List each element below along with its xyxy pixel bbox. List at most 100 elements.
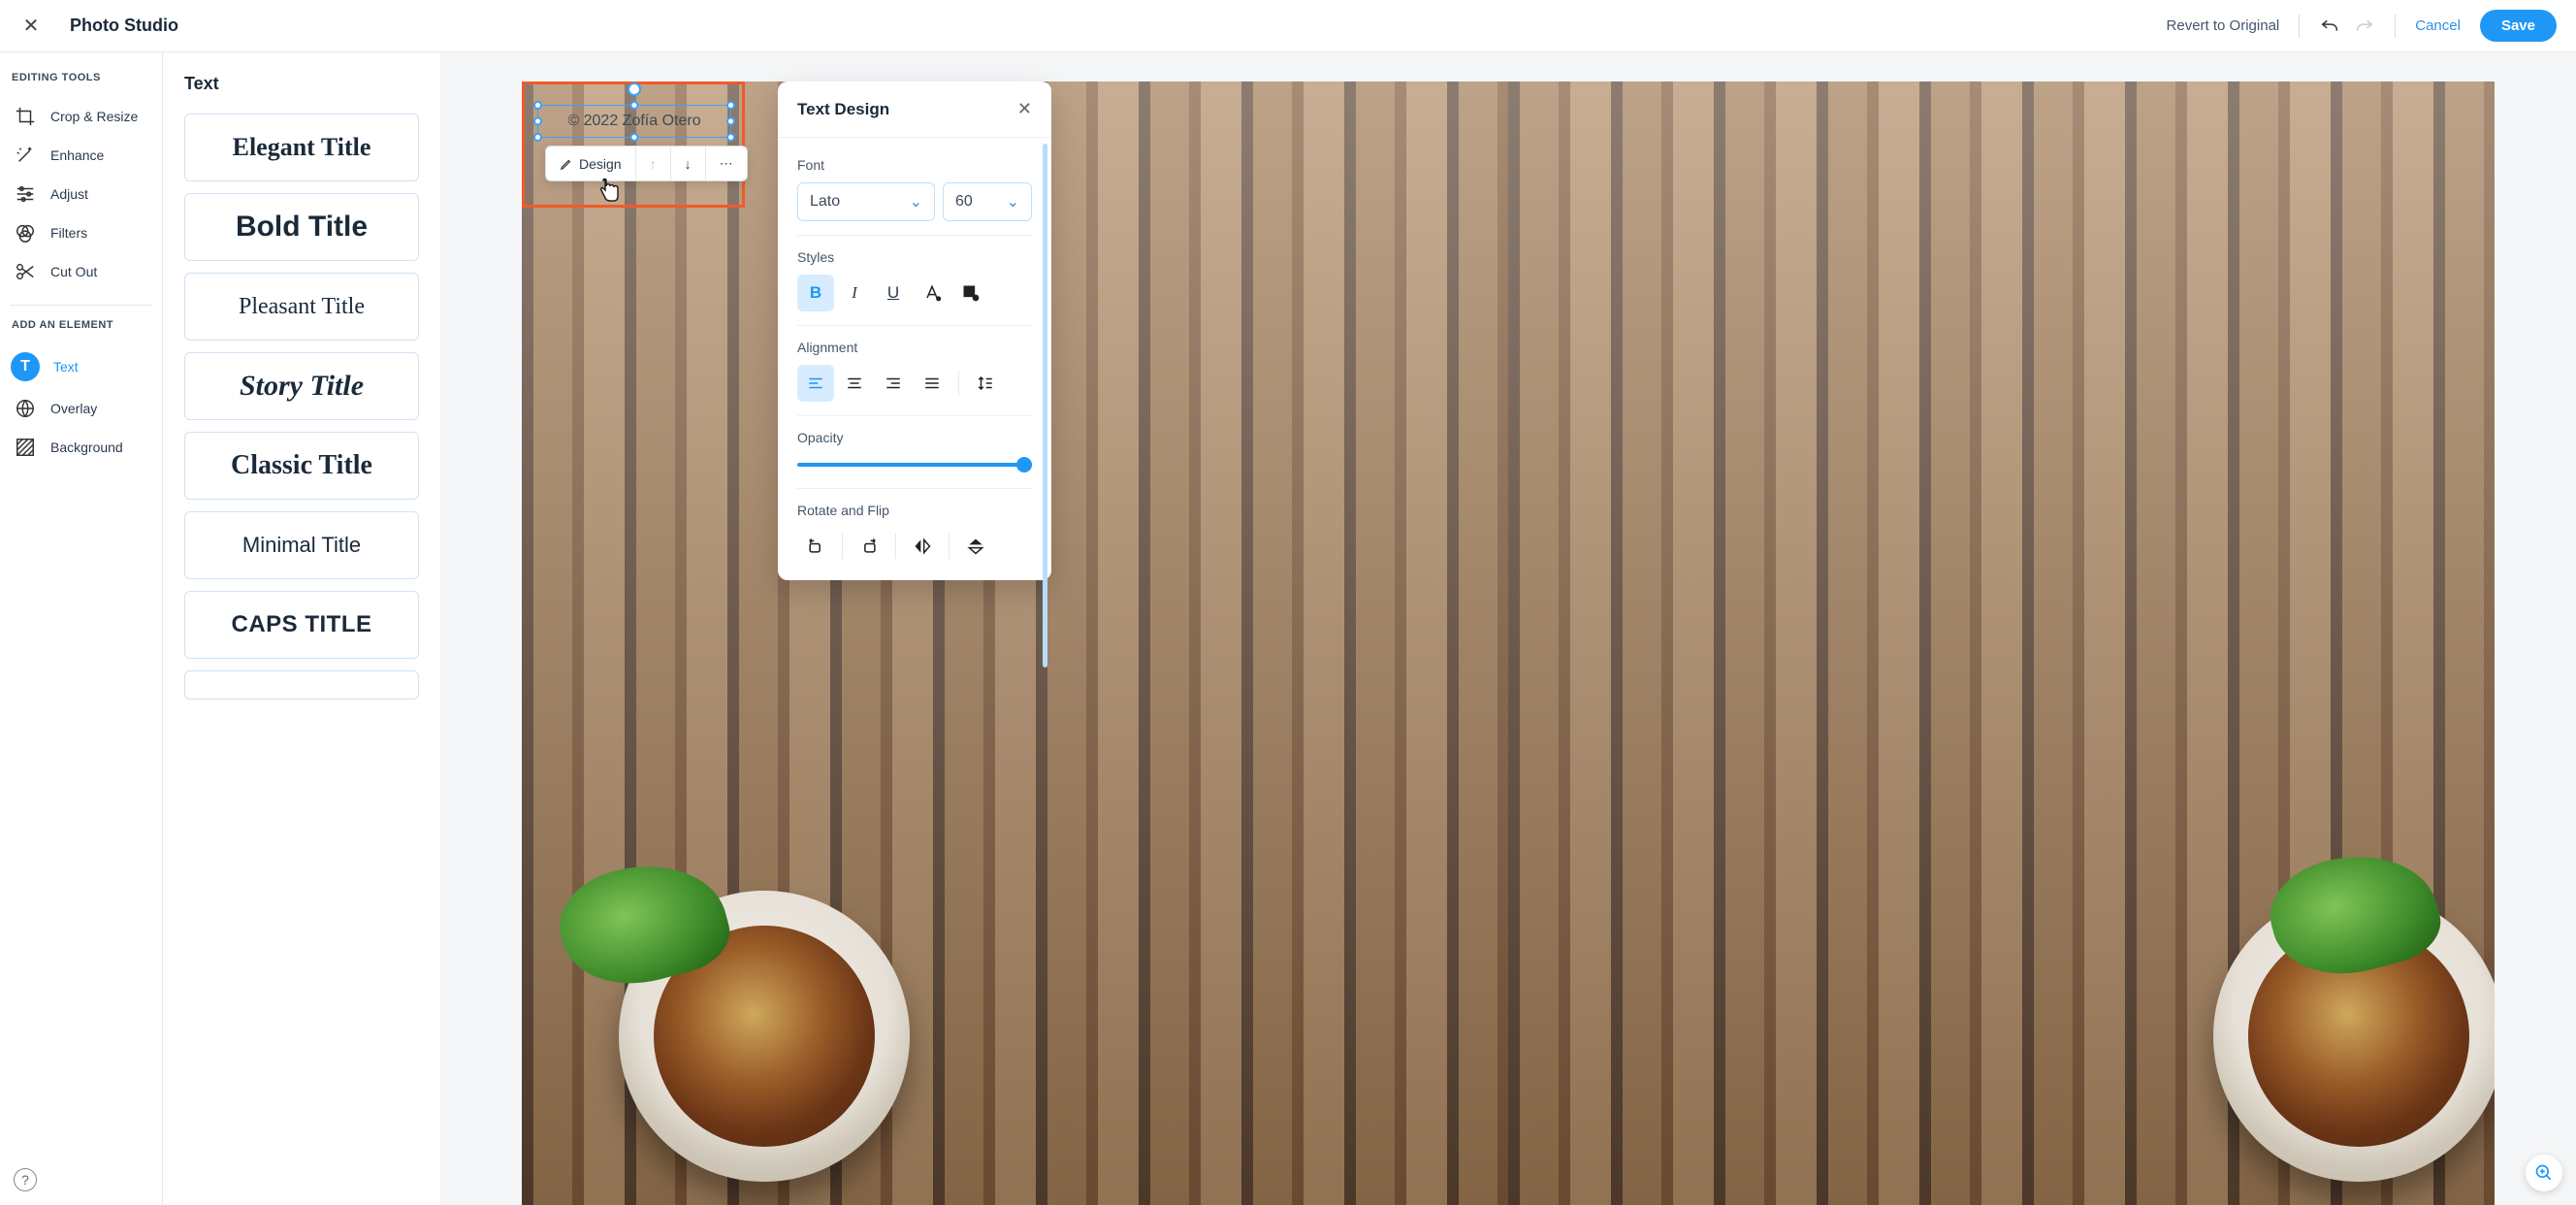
sidebar-item-cutout[interactable]: Cut Out (10, 252, 152, 291)
preset-story-title[interactable]: Story Title (184, 352, 419, 420)
font-label: Font (797, 157, 1032, 173)
wand-icon (14, 144, 37, 167)
revert-button[interactable]: Revert to Original (2167, 17, 2280, 34)
resize-handle[interactable] (726, 117, 735, 126)
zoom-in-button[interactable] (2526, 1155, 2562, 1191)
text-color-button[interactable] (914, 275, 950, 311)
panel-body: Font Lato ⌄ 60 ⌄ Styles B I U (778, 138, 1051, 569)
align-justify-button[interactable] (914, 365, 950, 402)
font-family-select[interactable]: Lato ⌄ (797, 182, 935, 221)
resize-handle[interactable] (726, 101, 735, 110)
highlight-button[interactable] (952, 275, 989, 311)
slider-thumb[interactable] (1016, 457, 1032, 472)
align-justify-icon (923, 375, 941, 392)
font-row: Lato ⌄ 60 ⌄ (797, 182, 1032, 221)
send-backward-button[interactable]: ↓ (671, 147, 706, 180)
rotate-flip-row (797, 528, 1032, 565)
sidebar-item-label: Adjust (50, 186, 88, 202)
sidebar-item-adjust[interactable]: Adjust (10, 175, 152, 213)
align-center-button[interactable] (836, 365, 873, 402)
styles-row: B I U (797, 275, 1032, 311)
resize-handle[interactable] (533, 101, 542, 110)
design-button[interactable]: Design (546, 147, 636, 180)
align-left-icon (807, 375, 824, 392)
chevron-down-icon: ⌄ (1007, 192, 1019, 212)
cancel-button[interactable]: Cancel (2415, 17, 2461, 34)
line-spacing-button[interactable] (967, 365, 1004, 402)
topbar-right: Revert to Original Cancel Save (2167, 10, 2557, 42)
text-design-panel: Text Design ✕ Font Lato ⌄ 60 ⌄ S (778, 81, 1051, 580)
font-family-value: Lato (810, 193, 840, 211)
canvas[interactable]: © 2022 Zofía Otero Design ↑ ↓ ⋯ Tex (440, 52, 2576, 1205)
separator (958, 371, 959, 396)
panel-title: Text Design (797, 100, 889, 119)
align-right-button[interactable] (875, 365, 912, 402)
flip-horizontal-button[interactable] (904, 528, 941, 565)
more-button[interactable]: ⋯ (706, 147, 747, 180)
flip-vertical-icon (966, 537, 985, 556)
resize-handle[interactable] (726, 133, 735, 142)
save-button[interactable]: Save (2480, 10, 2557, 42)
resize-handle[interactable] (630, 133, 639, 142)
sidebar-item-overlay[interactable]: Overlay (10, 389, 152, 428)
sidebar-item-label: Enhance (50, 147, 104, 163)
preset-classic-title[interactable]: Classic Title (184, 432, 419, 500)
workspace: EDITING TOOLS Crop & Resize Enhance Adju… (0, 52, 2576, 1205)
resize-handle[interactable] (533, 117, 542, 126)
rotate-cw-icon (859, 537, 879, 556)
chevron-down-icon: ⌄ (910, 192, 922, 212)
section-header-editing: EDITING TOOLS (12, 72, 152, 83)
rotate-ccw-button[interactable] (797, 528, 834, 565)
bring-forward-button[interactable]: ↑ (636, 147, 671, 180)
preset-pleasant-title[interactable]: Pleasant Title (184, 273, 419, 341)
preset-caps-title[interactable]: CAPS TITLE (184, 591, 419, 659)
sidebar-item-crop[interactable]: Crop & Resize (10, 97, 152, 136)
underline-button[interactable]: U (875, 275, 912, 311)
app-title: Photo Studio (70, 16, 178, 36)
separator (895, 534, 896, 559)
divider (797, 415, 1032, 416)
separator (949, 534, 950, 559)
highlight-icon (961, 283, 981, 303)
separator (2395, 15, 2396, 38)
opacity-slider[interactable] (797, 455, 1032, 474)
sidebar-item-background[interactable]: Background (10, 428, 152, 467)
font-size-select[interactable]: 60 ⌄ (943, 182, 1032, 221)
opacity-label: Opacity (797, 430, 1032, 445)
text-element-selected[interactable]: © 2022 Zofía Otero (537, 105, 731, 138)
align-left-button[interactable] (797, 365, 834, 402)
divider (797, 325, 1032, 326)
section-header-add: ADD AN ELEMENT (12, 319, 152, 331)
sidebar-item-text[interactable]: T Text (10, 344, 152, 389)
undo-icon[interactable] (2319, 16, 2340, 37)
crop-icon (14, 105, 37, 128)
preset-bold-title[interactable]: Bold Title (184, 193, 419, 261)
alignment-label: Alignment (797, 340, 1032, 355)
panel-close-icon[interactable]: ✕ (1017, 99, 1032, 119)
panel-header: Text Design ✕ (778, 81, 1051, 138)
align-right-icon (885, 375, 902, 392)
preset-minimal-title[interactable]: Minimal Title (184, 511, 419, 579)
preset-elegant-title[interactable]: Elegant Title (184, 114, 419, 181)
italic-button[interactable]: I (836, 275, 873, 311)
font-size-value: 60 (955, 193, 973, 211)
bold-button[interactable]: B (797, 275, 834, 311)
rotate-handle[interactable] (628, 82, 641, 96)
filters-icon (14, 221, 37, 244)
close-icon[interactable]: ✕ (19, 15, 43, 38)
preset-partial[interactable] (184, 670, 419, 700)
pencil-icon (560, 157, 573, 171)
flip-vertical-button[interactable] (957, 528, 994, 565)
panel-scrollbar[interactable] (1043, 144, 1047, 668)
topbar-left: ✕ Photo Studio (19, 15, 178, 38)
redo-icon[interactable] (2354, 16, 2375, 37)
help-icon[interactable]: ? (14, 1168, 37, 1191)
rotate-cw-button[interactable] (851, 528, 887, 565)
resize-handle[interactable] (630, 101, 639, 110)
top-bar: ✕ Photo Studio Revert to Original Cancel… (0, 0, 2576, 52)
sidebar-item-enhance[interactable]: Enhance (10, 136, 152, 175)
divider (797, 235, 1032, 236)
zoom-in-icon (2534, 1163, 2554, 1183)
resize-handle[interactable] (533, 133, 542, 142)
sidebar-item-filters[interactable]: Filters (10, 213, 152, 252)
